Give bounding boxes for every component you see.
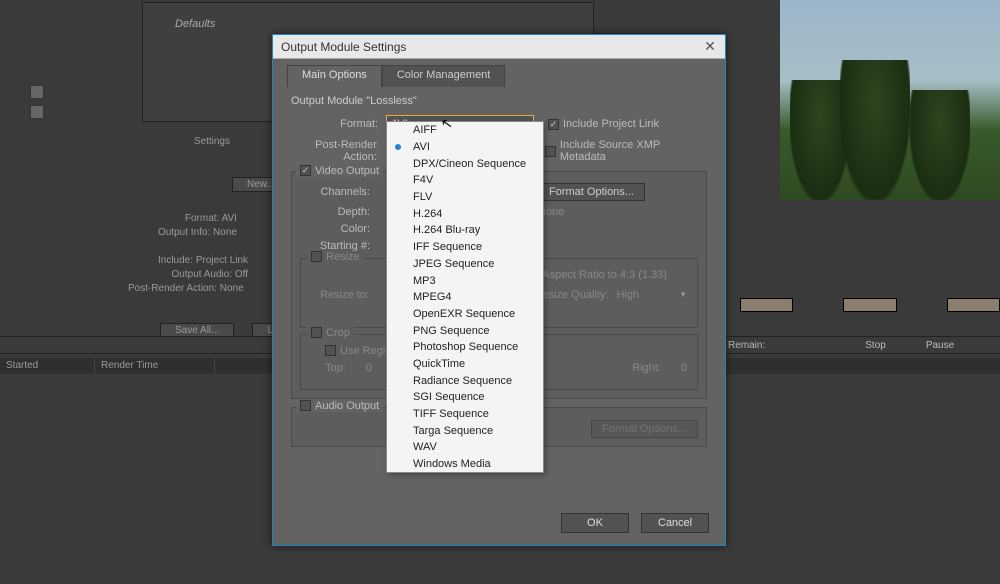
format-option-f4v[interactable]: F4V bbox=[387, 172, 543, 189]
tab-main-options[interactable]: Main Options bbox=[287, 65, 382, 87]
bg-format-lbl: Format: bbox=[185, 213, 219, 224]
bg-postrender-lbl: Post-Render Action: bbox=[128, 283, 217, 294]
tool-icon[interactable] bbox=[30, 85, 44, 99]
resizeq-label: Resize Quality: bbox=[534, 289, 608, 301]
top-value: 0 bbox=[366, 362, 372, 374]
format-option-avi[interactable]: AVI bbox=[387, 139, 543, 156]
include-xmp-checkbox[interactable]: Include Source XMP Metadata bbox=[545, 139, 707, 163]
resizeto-label: Resize to: bbox=[311, 289, 377, 301]
include-project-link-checkbox[interactable]: ✓Include Project Link bbox=[548, 118, 659, 130]
format-option-png-sequence[interactable]: PNG Sequence bbox=[387, 322, 543, 339]
format-option-radiance-sequence[interactable]: Radiance Sequence bbox=[387, 372, 543, 389]
format-label: Format: bbox=[291, 118, 386, 130]
resizeq-value: High bbox=[616, 289, 639, 301]
chevron-down-icon: ▼ bbox=[679, 290, 687, 299]
format-option-sgi-sequence[interactable]: SGI Sequence bbox=[387, 389, 543, 406]
audio-output-checkbox[interactable]: Audio Output bbox=[296, 400, 383, 412]
channels-label: Channels: bbox=[300, 186, 378, 198]
right-label: Right: bbox=[632, 362, 661, 374]
bg-outinfo-val: None bbox=[213, 227, 237, 238]
format-option-mpeg4[interactable]: MPEG4 bbox=[387, 289, 543, 306]
bg-format-val: AVI bbox=[222, 213, 237, 224]
right-value: 0 bbox=[681, 362, 687, 374]
format-dropdown: AIFFAVIDPX/Cineon SequenceF4VFLVH.264H.2… bbox=[386, 121, 544, 473]
remain-label: Remain: bbox=[728, 340, 765, 351]
format-options-button[interactable]: Format Options... bbox=[538, 183, 645, 201]
bg-include-val: Project Link bbox=[196, 255, 248, 266]
format-option-h-264[interactable]: H.264 bbox=[387, 205, 543, 222]
started-col: Started bbox=[0, 358, 95, 374]
color-label: Color: bbox=[300, 223, 378, 235]
rendertime-col: Render Time bbox=[95, 358, 215, 374]
format-option-quicktime[interactable]: QuickTime bbox=[387, 356, 543, 373]
audio-format-options-button[interactable]: Format Options... bbox=[591, 420, 698, 438]
stop-button[interactable]: Stop bbox=[865, 340, 886, 351]
format-option-windows-media[interactable]: Windows Media bbox=[387, 456, 543, 473]
format-option-flv[interactable]: FLV bbox=[387, 189, 543, 206]
top-label: Top: bbox=[325, 362, 346, 374]
format-option-openexr-sequence[interactable]: OpenEXR Sequence bbox=[387, 306, 543, 323]
crop-checkbox[interactable]: Crop bbox=[307, 327, 354, 339]
format-option-jpeg-sequence[interactable]: JPEG Sequence bbox=[387, 256, 543, 273]
format-option-h-264-blu-ray[interactable]: H.264 Blu-ray bbox=[387, 222, 543, 239]
postrender-label: Post-Render Action: bbox=[291, 139, 385, 163]
defaults-label: Defaults bbox=[175, 18, 215, 30]
format-option-dpx-cineon-sequence[interactable]: DPX/Cineon Sequence bbox=[387, 155, 543, 172]
module-name: Output Module "Lossless" bbox=[291, 95, 707, 107]
tool-icon[interactable] bbox=[30, 105, 44, 119]
format-option-targa-sequence[interactable]: Targa Sequence bbox=[387, 422, 543, 439]
format-option-wav[interactable]: WAV bbox=[387, 439, 543, 456]
ok-button[interactable]: OK bbox=[561, 513, 629, 533]
format-option-photoshop-sequence[interactable]: Photoshop Sequence bbox=[387, 339, 543, 356]
settings-label: Settings bbox=[194, 136, 230, 147]
dialog-title: Output Module Settings bbox=[281, 40, 406, 54]
video-output-checkbox[interactable]: ✓Video Output bbox=[296, 165, 383, 177]
format-option-iff-sequence[interactable]: IFF Sequence bbox=[387, 239, 543, 256]
tab-color-management[interactable]: Color Management bbox=[382, 65, 506, 87]
close-icon[interactable]: ✕ bbox=[703, 40, 717, 54]
format-option-tiff-sequence[interactable]: TIFF Sequence bbox=[387, 406, 543, 423]
depth-label: Depth: bbox=[300, 206, 378, 218]
pause-button[interactable]: Pause bbox=[926, 340, 954, 351]
titlebar[interactable]: Output Module Settings ✕ bbox=[273, 35, 725, 59]
preview-panel bbox=[780, 0, 1000, 200]
bg-postrender-val: None bbox=[220, 283, 244, 294]
bg-outinfo-lbl: Output Info: bbox=[158, 227, 210, 238]
timeline-thumb[interactable] bbox=[843, 298, 896, 312]
format-option-aiff[interactable]: AIFF bbox=[387, 122, 543, 139]
bg-include-lbl: Include: bbox=[158, 255, 193, 266]
timeline-thumb[interactable] bbox=[947, 298, 1000, 312]
cancel-button[interactable]: Cancel bbox=[641, 513, 709, 533]
format-option-mp3[interactable]: MP3 bbox=[387, 272, 543, 289]
bg-outaudio-val: Off bbox=[235, 269, 248, 280]
resize-checkbox[interactable]: Resize bbox=[307, 251, 364, 263]
bg-outaudio-lbl: Output Audio: bbox=[172, 269, 233, 280]
timeline-thumb[interactable] bbox=[740, 298, 793, 312]
